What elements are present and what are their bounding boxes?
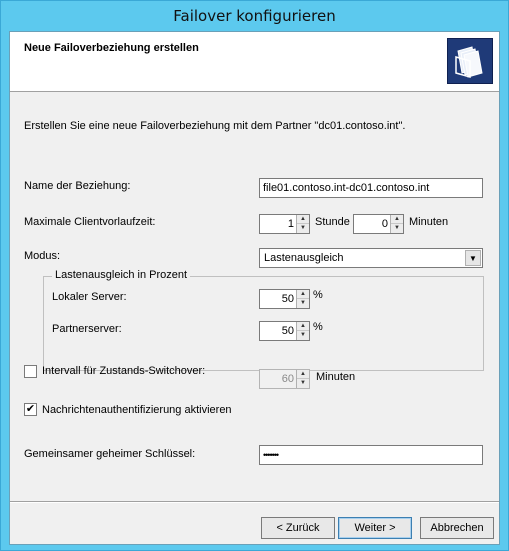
relationship-name-input[interactable]: file01.contoso.int-dc01.contoso.int — [259, 178, 483, 198]
dialog-window: Failover konfigurieren Neue Failoverbezi… — [0, 0, 509, 551]
mclt-minutes-spinner[interactable]: 0 ▲ ▼ — [353, 214, 404, 234]
back-button[interactable]: < Zurück — [261, 517, 335, 539]
shared-secret-label: Gemeinsamer geheimer Schlüssel: — [24, 448, 196, 460]
groupbox-label: Lastenausgleich in Prozent — [52, 269, 191, 281]
spin-down-icon[interactable]: ▼ — [297, 224, 309, 233]
spin-up-icon[interactable]: ▲ — [297, 290, 309, 299]
switchover-unit: Minuten — [316, 371, 356, 383]
mclt-label: Maximale Clientvorlaufzeit: — [24, 216, 156, 228]
mode-selected-value: Lastenausgleich — [264, 252, 344, 264]
mode-label: Modus: — [24, 250, 61, 262]
auth-checkbox[interactable]: ✔ — [24, 403, 37, 416]
description-text: Erstellen Sie eine neue Failoverbeziehun… — [24, 120, 406, 132]
switchover-spinner[interactable]: 60 ▲ ▼ — [259, 369, 310, 389]
spin-up-icon[interactable]: ▲ — [297, 322, 309, 331]
mclt-hours-unit: Stunde — [315, 216, 350, 228]
local-server-value: 50 — [281, 293, 294, 305]
partner-percent-unit: % — [313, 321, 323, 333]
local-server-spinner[interactable]: 50 ▲ ▼ — [259, 289, 310, 309]
auth-label: Nachrichtenauthentifizierung aktivieren — [42, 404, 232, 416]
spin-up-icon[interactable]: ▲ — [297, 215, 309, 224]
spin-down-icon[interactable]: ▼ — [297, 379, 309, 388]
footer-divider — [10, 501, 499, 503]
switchover-checkbox[interactable] — [24, 365, 37, 378]
mclt-hours-spinner[interactable]: 1 ▲ ▼ — [259, 214, 310, 234]
dialog-client-area: Neue Failoverbeziehung erstellen Erstell… — [9, 31, 500, 545]
wizard-page-title: Neue Failoverbeziehung erstellen — [24, 42, 199, 54]
partner-server-spinner[interactable]: 50 ▲ ▼ — [259, 321, 310, 341]
mclt-minutes-unit: Minuten — [409, 216, 449, 228]
mclt-minutes-value: 0 — [381, 218, 388, 230]
mode-dropdown[interactable]: Lastenausgleich ▼ — [259, 248, 483, 268]
checkmark-icon: ✔ — [25, 403, 36, 415]
partner-spin-buttons: ▲ ▼ — [296, 322, 309, 340]
mclt-minutes-spin-buttons: ▲ ▼ — [390, 215, 403, 233]
chevron-down-icon[interactable]: ▼ — [465, 250, 481, 266]
local-spin-buttons: ▲ ▼ — [296, 290, 309, 308]
relationship-name-label: Name der Beziehung: — [24, 180, 131, 192]
spin-up-icon[interactable]: ▲ — [391, 215, 403, 224]
shared-secret-input[interactable]: ••••••• — [259, 445, 483, 465]
load-balance-groupbox: Lastenausgleich in Prozent Lokaler Serve… — [43, 269, 484, 371]
cancel-button[interactable]: Abbrechen — [420, 517, 494, 539]
folder-documents-icon — [447, 38, 493, 84]
mclt-hours-value: 1 — [287, 218, 294, 230]
mclt-hours-spin-buttons: ▲ ▼ — [296, 215, 309, 233]
spin-down-icon[interactable]: ▼ — [391, 224, 403, 233]
switchover-value: 60 — [281, 373, 294, 385]
local-percent-unit: % — [313, 289, 323, 301]
partner-server-label: Partnerserver: — [52, 323, 122, 335]
wizard-header: Neue Failoverbeziehung erstellen — [10, 32, 499, 92]
window-title: Failover konfigurieren — [173, 7, 336, 25]
spin-up-icon[interactable]: ▲ — [297, 370, 309, 379]
spin-down-icon[interactable]: ▼ — [297, 331, 309, 340]
switchover-label: Intervall für Zustands-Switchover: — [42, 365, 206, 377]
local-server-label: Lokaler Server: — [52, 291, 127, 303]
next-button[interactable]: Weiter > — [338, 517, 412, 539]
partner-server-value: 50 — [281, 325, 294, 337]
spin-down-icon[interactable]: ▼ — [297, 299, 309, 308]
switchover-spin-buttons: ▲ ▼ — [296, 370, 309, 388]
